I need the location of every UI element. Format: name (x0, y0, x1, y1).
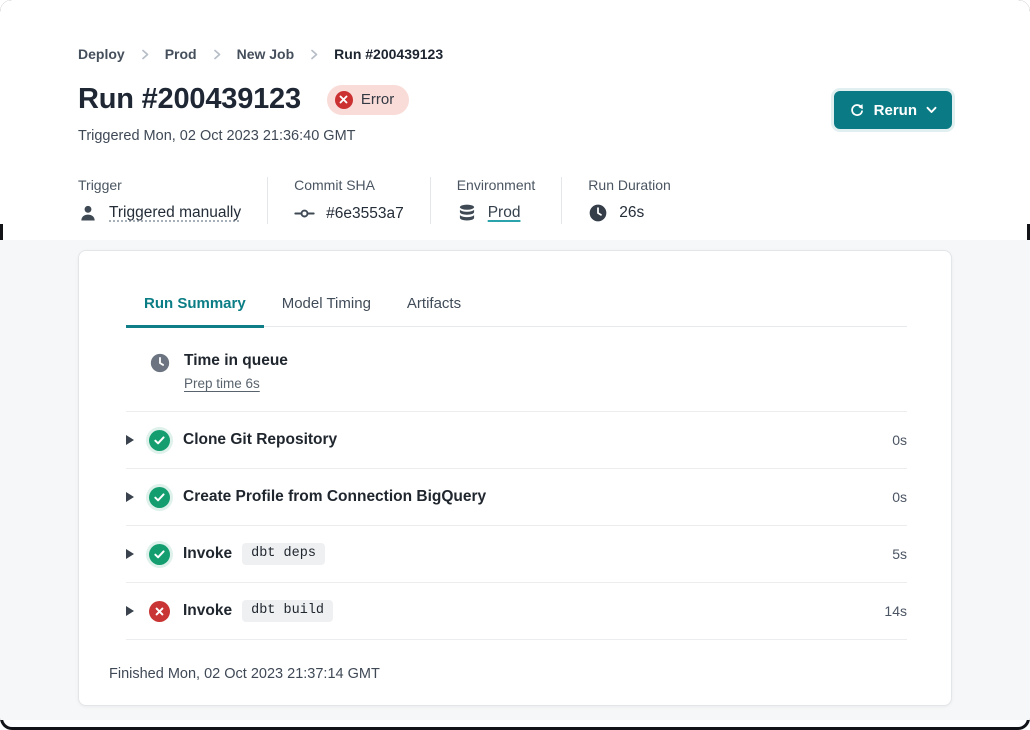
breadcrumb-current-run: Run #200439123 (334, 46, 443, 62)
run-meta-bar: Trigger Triggered manually Commit SHA #6… (78, 177, 952, 224)
meta-commit-label: Commit SHA (294, 177, 404, 193)
meta-environment-label: Environment (457, 177, 536, 193)
meta-duration-label: Run Duration (588, 177, 671, 193)
tab-model-timing[interactable]: Model Timing (264, 295, 389, 328)
step-duration: 0s (892, 432, 907, 448)
app-window: Deploy Prod New Job Run #200439123 Run #… (0, 0, 1030, 730)
step-duration: 14s (884, 603, 907, 619)
meta-run-duration: Run Duration 26s (588, 177, 697, 224)
breadcrumb-prod[interactable]: Prod (165, 46, 197, 62)
queue-title: Time in queue (184, 352, 288, 370)
rerun-button-label: Rerun (874, 102, 917, 119)
step-row-dbt-deps[interactable]: Invoke dbt deps 5s (126, 526, 907, 583)
status-badge-label: Error (361, 91, 394, 108)
page-title: Run #200439123 (78, 83, 301, 116)
chevron-right-icon (309, 49, 319, 60)
status-badge: Error (327, 85, 409, 115)
step-label: Invoke (183, 602, 232, 620)
step-duration: 5s (892, 546, 907, 562)
database-icon (457, 203, 477, 223)
environment-link[interactable]: Prod (488, 204, 521, 222)
clock-icon (588, 203, 608, 223)
step-list: Time in queue Prep time 6s Clone Git Rep… (126, 327, 907, 640)
prep-time-link[interactable]: Prep time 6s (184, 376, 288, 391)
commit-icon (294, 203, 315, 224)
meta-trigger: Trigger Triggered manually (78, 177, 268, 224)
step-label: Invoke (183, 545, 232, 563)
step-row-dbt-build[interactable]: Invoke dbt build 14s (126, 583, 907, 640)
caret-right-icon[interactable] (126, 435, 134, 445)
rerun-button[interactable]: Rerun (834, 91, 952, 129)
chevron-right-icon (140, 49, 150, 60)
command-chip: dbt build (242, 600, 333, 622)
triggered-timestamp: Triggered Mon, 02 Oct 2023 21:36:40 GMT (78, 128, 952, 144)
tab-bar: Run Summary Model Timing Artifacts (126, 295, 907, 327)
tab-run-summary[interactable]: Run Summary (126, 295, 264, 328)
command-chip: dbt deps (242, 543, 325, 565)
breadcrumb: Deploy Prod New Job Run #200439123 (78, 46, 952, 62)
success-check-icon (149, 430, 170, 451)
commit-sha-value: #6e3553a7 (326, 205, 404, 223)
chevron-right-icon (212, 49, 222, 60)
step-label: Clone Git Repository (183, 431, 337, 449)
finished-timestamp: Finished Mon, 02 Oct 2023 21:37:14 GMT (79, 640, 951, 706)
refresh-icon (849, 102, 865, 118)
chevron-down-icon[interactable] (926, 106, 937, 114)
duration-value: 26s (619, 204, 644, 222)
error-x-icon (335, 91, 353, 109)
time-in-queue-row: Time in queue Prep time 6s (126, 327, 907, 412)
trigger-value[interactable]: Triggered manually (109, 204, 241, 222)
caret-right-icon[interactable] (126, 492, 134, 502)
breadcrumb-deploy[interactable]: Deploy (78, 46, 125, 62)
step-duration: 0s (892, 489, 907, 505)
error-x-icon (149, 601, 170, 622)
meta-trigger-label: Trigger (78, 177, 241, 193)
caret-right-icon[interactable] (126, 606, 134, 616)
run-summary-card: Run Summary Model Timing Artifacts Time … (78, 250, 952, 706)
clock-icon (149, 352, 171, 374)
meta-commit-sha: Commit SHA #6e3553a7 (294, 177, 431, 224)
tab-artifacts[interactable]: Artifacts (389, 295, 479, 328)
breadcrumb-new-job[interactable]: New Job (237, 46, 295, 62)
step-label: Create Profile from Connection BigQuery (183, 488, 486, 506)
success-check-icon (149, 487, 170, 508)
caret-right-icon[interactable] (126, 549, 134, 559)
success-check-icon (149, 544, 170, 565)
step-row-clone-git[interactable]: Clone Git Repository 0s (126, 412, 907, 469)
meta-environment: Environment Prod (457, 177, 563, 224)
person-icon (78, 203, 98, 223)
step-row-create-profile[interactable]: Create Profile from Connection BigQuery … (126, 469, 907, 526)
content-area: Run Summary Model Timing Artifacts Time … (0, 240, 1030, 720)
